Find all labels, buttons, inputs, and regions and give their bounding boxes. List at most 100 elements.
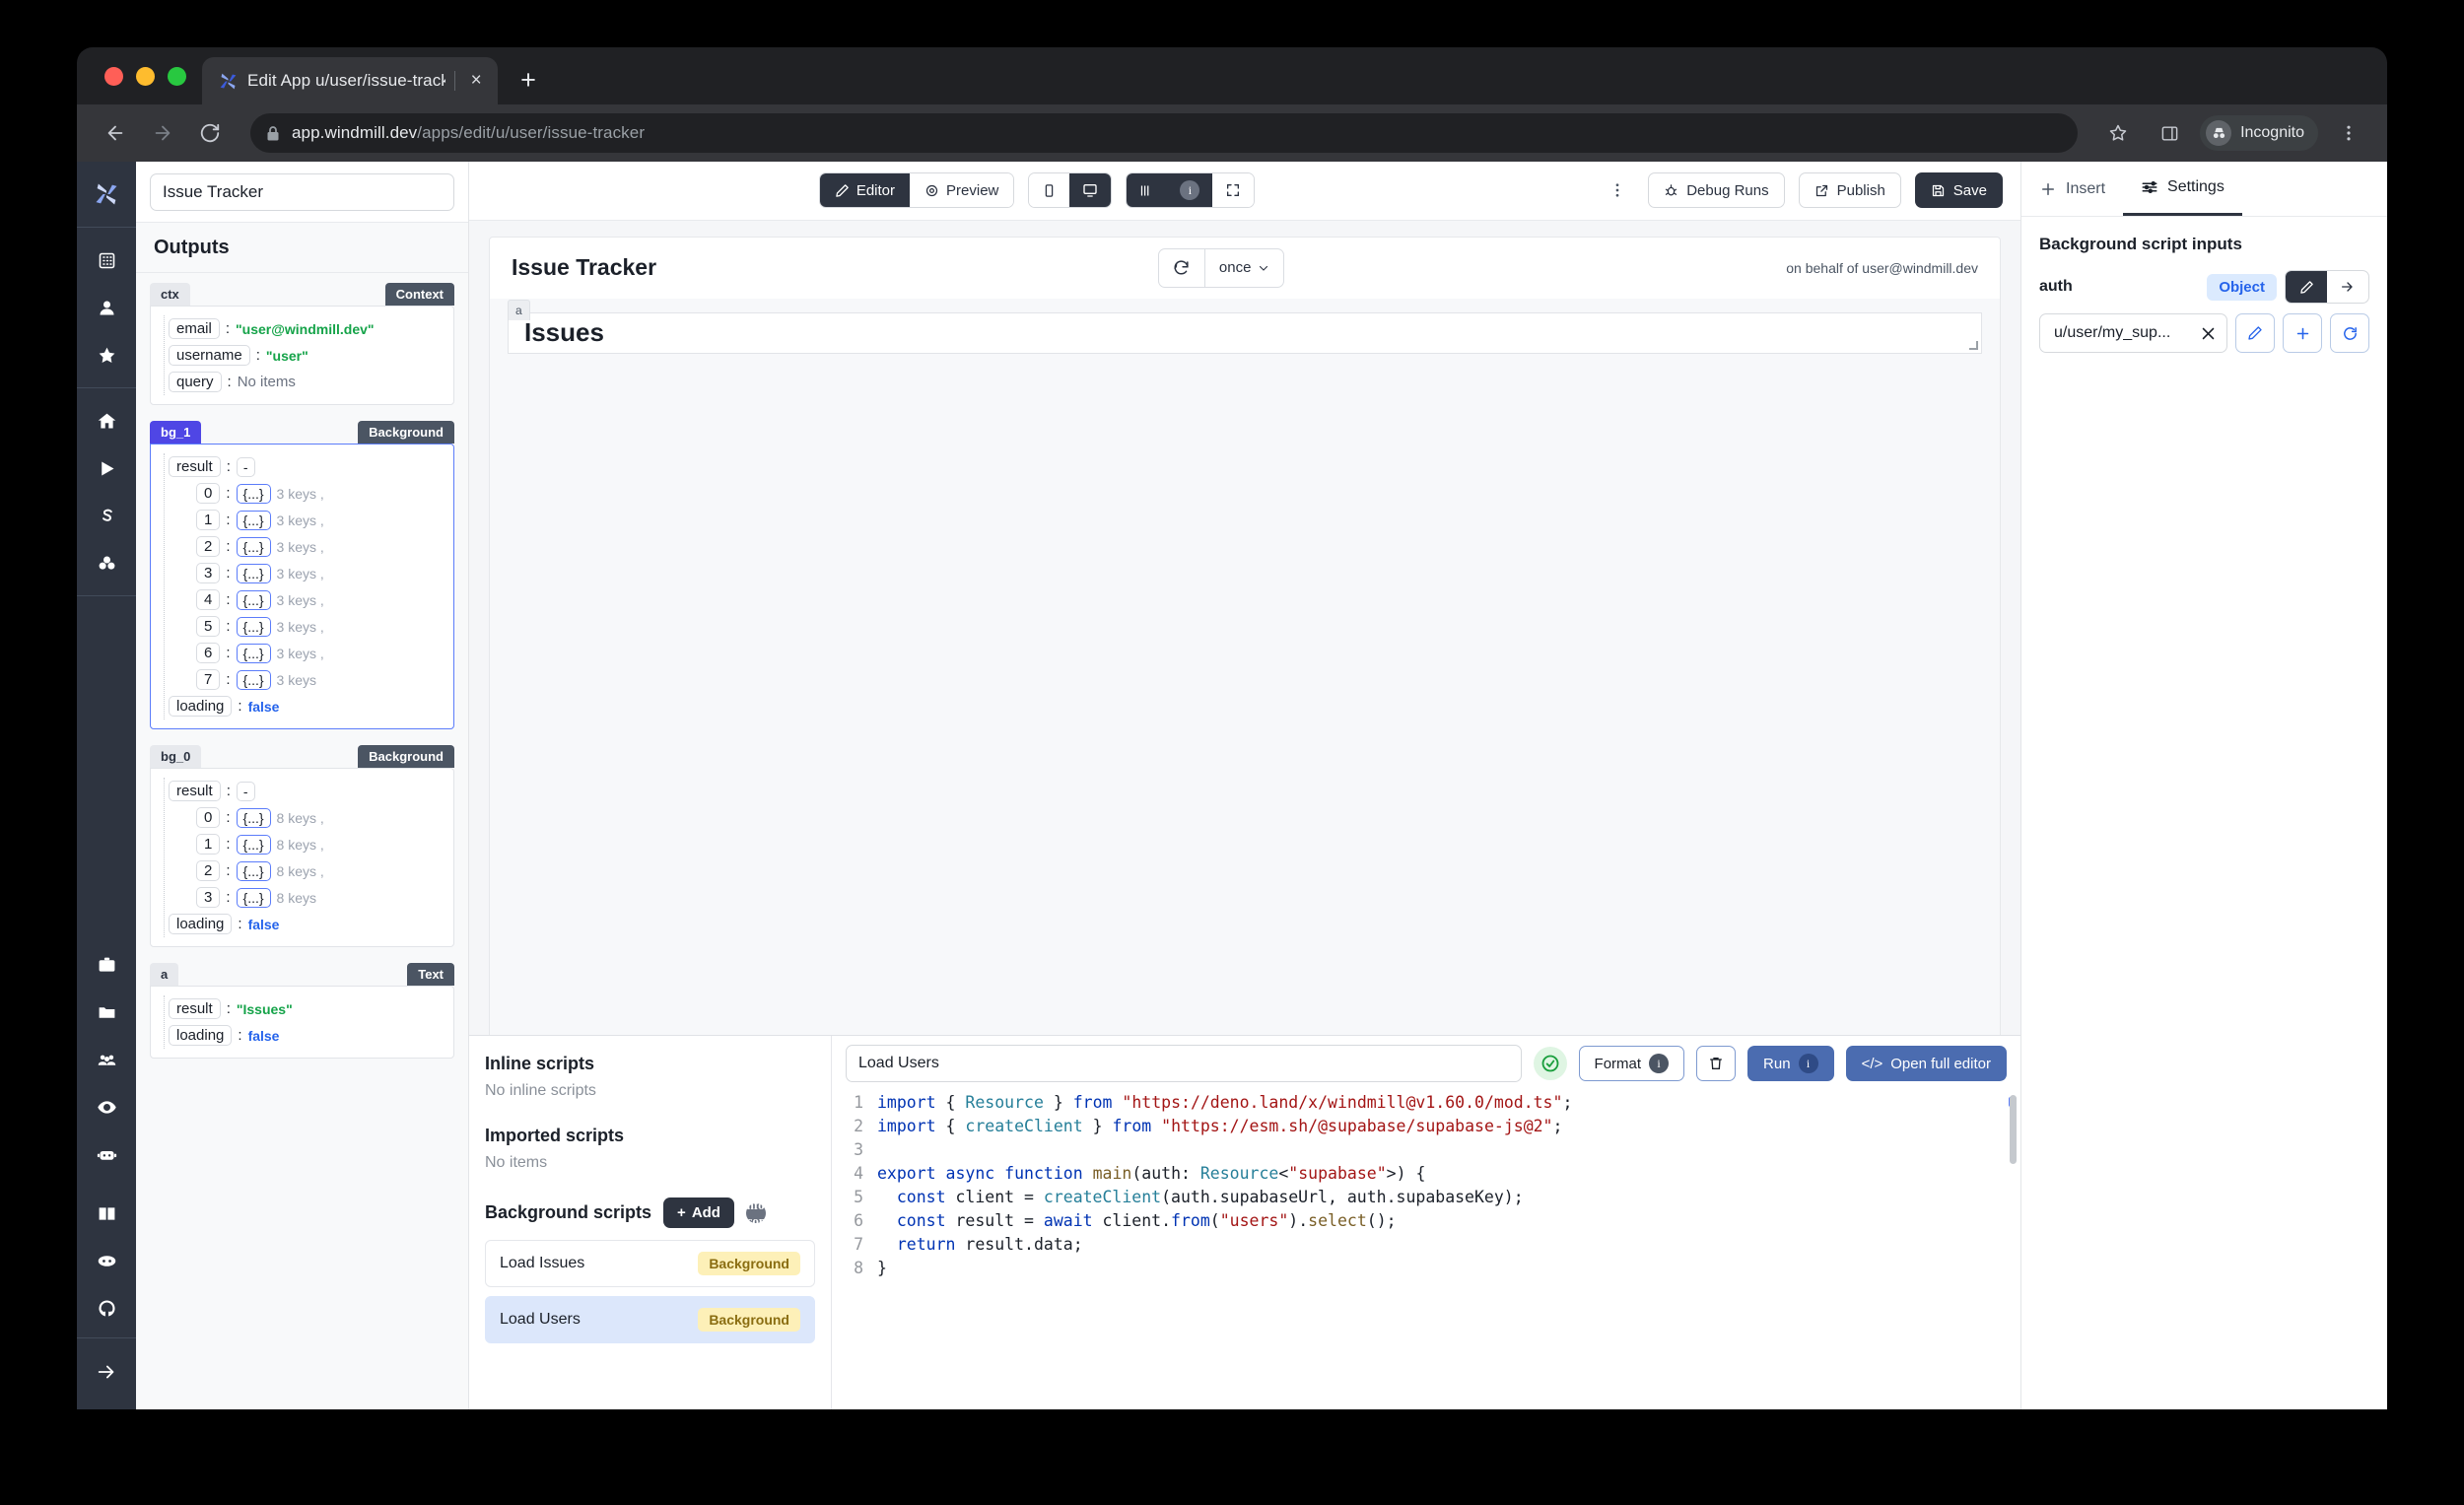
address-bar[interactable]: app.windmill.dev/apps/edit/u/user/issue-… (250, 113, 2078, 153)
output-row[interactable]: 1:{...}8 keys , (169, 831, 444, 857)
output-card-id[interactable]: a (150, 963, 178, 986)
side-panel-toggle[interactable] (1127, 173, 1167, 207)
refresh-icon[interactable] (1159, 249, 1204, 287)
new-tab-button[interactable]: + (508, 59, 549, 101)
output-row[interactable]: 2:{...}3 keys , (169, 533, 444, 560)
output-row[interactable]: 0:{...}3 keys , (169, 480, 444, 507)
sidebar-item-discord[interactable] (87, 1241, 126, 1280)
output-row-keycount: 8 keys , (277, 810, 324, 826)
sidebar-item-resources[interactable] (87, 543, 126, 582)
incognito-profile-button[interactable]: Incognito (2200, 115, 2318, 151)
sidebar-item-folders[interactable] (87, 992, 126, 1032)
code-line-number: 6 (832, 1209, 877, 1233)
info-toggle[interactable]: i (1167, 173, 1212, 207)
component-id-label[interactable]: a (508, 300, 530, 320)
forward-arrow-icon[interactable] (142, 112, 183, 154)
refresh-mode-select[interactable]: once (1204, 249, 1284, 287)
edit-resource-button[interactable] (2235, 313, 2275, 353)
delete-script-button[interactable] (1696, 1046, 1736, 1081)
output-card-id[interactable]: bg_1 (150, 421, 201, 444)
sidebar-item-workspace[interactable] (87, 240, 126, 280)
output-row[interactable]: loading:false (169, 1022, 444, 1049)
output-row[interactable]: result:"Issues" (169, 995, 444, 1022)
windmill-logo-icon[interactable] (87, 174, 126, 214)
sidebar-item-schedules[interactable] (87, 945, 126, 985)
code-editor[interactable]: 1import { Resource } from "https://deno.… (832, 1091, 2020, 1409)
sidebar-item-variables[interactable] (87, 496, 126, 535)
desktop-view-button[interactable] (1069, 173, 1111, 207)
output-row[interactable]: 7:{...}3 keys (169, 666, 444, 693)
editor-scrollbar[interactable] (2010, 1095, 2017, 1164)
tab-preview[interactable]: Preview (910, 173, 1013, 207)
auth-edit-mode-button[interactable] (2286, 271, 2327, 303)
sidebar-item-docs[interactable] (87, 1194, 126, 1233)
collapse-arrow-icon[interactable] (87, 1352, 126, 1392)
text-component[interactable]: Issues (508, 312, 1982, 354)
output-row[interactable]: 6:{...}3 keys , (169, 640, 444, 666)
maximize-window-button[interactable] (168, 67, 186, 86)
output-card-id[interactable]: bg_0 (150, 745, 201, 768)
kebab-menu-icon[interactable] (2328, 112, 2369, 154)
sidebar-item-workers[interactable] (87, 1134, 126, 1174)
save-button[interactable]: Save (1915, 172, 2003, 208)
close-x-icon[interactable] (2200, 325, 2217, 342)
split-screen-icon[interactable] (2149, 112, 2190, 154)
output-card-body: result:-0:{...}3 keys ,1:{...}3 keys ,2:… (150, 444, 454, 729)
output-row-key: 0 (196, 483, 220, 504)
auth-resource-select[interactable]: u/user/my_sup... (2039, 313, 2227, 353)
open-full-editor-button[interactable]: </> Open full editor (1846, 1046, 2007, 1081)
sidebar-item-audit-logs[interactable] (87, 1087, 126, 1127)
sidebar-item-home[interactable] (87, 401, 126, 441)
fullscreen-button[interactable] (1212, 173, 1254, 207)
run-button[interactable]: Run i (1747, 1046, 1834, 1081)
publish-button[interactable]: Publish (1799, 172, 1901, 208)
output-row[interactable]: result:- (169, 778, 444, 804)
output-row[interactable]: loading:false (169, 693, 444, 719)
tab-insert[interactable]: Insert (2021, 162, 2123, 216)
output-row[interactable]: 4:{...}3 keys , (169, 586, 444, 613)
output-row[interactable]: 1:{...}3 keys , (169, 507, 444, 533)
tab-editor[interactable]: Editor (820, 173, 910, 207)
output-card: aTextresult:"Issues"loading:false (150, 963, 454, 1059)
back-arrow-icon[interactable] (95, 112, 136, 154)
output-row[interactable]: result:- (169, 453, 444, 480)
output-row[interactable]: 5:{...}3 keys , (169, 613, 444, 640)
output-row[interactable]: 3:{...}3 keys , (169, 560, 444, 586)
output-row-separator: : (226, 889, 230, 906)
resize-handle-icon[interactable] (1969, 341, 1978, 350)
reload-icon[interactable] (189, 112, 231, 154)
sidebar-item-runs[interactable] (87, 448, 126, 488)
script-name-input[interactable] (846, 1045, 1522, 1082)
format-button[interactable]: Format i (1579, 1046, 1685, 1081)
close-window-button[interactable] (104, 67, 123, 86)
app-title-input[interactable] (150, 173, 454, 211)
debug-runs-button[interactable]: Debug Runs (1648, 172, 1784, 208)
minimize-window-button[interactable] (136, 67, 155, 86)
output-row[interactable]: 0:{...}8 keys , (169, 804, 444, 831)
auth-connect-mode-button[interactable] (2327, 271, 2368, 303)
mobile-view-button[interactable] (1029, 173, 1069, 207)
sidebar-item-github[interactable] (87, 1288, 126, 1328)
tab-settings[interactable]: Settings (2123, 162, 2242, 216)
output-row[interactable]: 2:{...}8 keys , (169, 857, 444, 884)
bookmark-star-icon[interactable] (2097, 112, 2139, 154)
info-icon[interactable]: info-icon (746, 1203, 766, 1223)
background-script-item[interactable]: Load UsersBackground (485, 1296, 815, 1343)
more-options-button[interactable] (1601, 173, 1634, 207)
output-row[interactable]: 3:{...}8 keys (169, 884, 444, 911)
output-row[interactable]: loading:false (169, 911, 444, 937)
refresh-resource-button[interactable] (2330, 313, 2369, 353)
browser-tab[interactable]: Edit App u/user/issue-tracker × (202, 57, 498, 104)
output-row[interactable]: username:"user" (169, 342, 444, 369)
sidebar-item-favorites[interactable] (87, 335, 126, 375)
sidebar-item-user[interactable] (87, 288, 126, 327)
background-script-item[interactable]: Load IssuesBackground (485, 1240, 815, 1287)
add-resource-button[interactable] (2283, 313, 2322, 353)
output-card-id[interactable]: ctx (150, 283, 190, 306)
output-row[interactable]: email:"user@windmill.dev" (169, 315, 444, 342)
output-row[interactable]: query:No items (169, 369, 444, 395)
sidebar-item-groups[interactable] (87, 1040, 126, 1079)
add-background-script-button[interactable]: + Add (663, 1197, 734, 1228)
close-tab-button[interactable]: × (464, 68, 488, 94)
output-row-key: 4 (196, 589, 220, 610)
